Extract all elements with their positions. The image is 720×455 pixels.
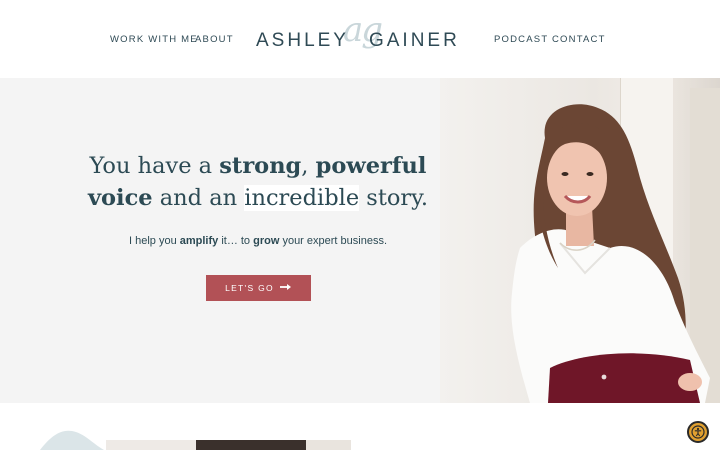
arrow-right-icon [279,283,292,293]
top-navigation: WORK WITH ME ABOUT ag ASHLEY GAINER PODCA… [0,0,720,78]
sub-text: your expert business. [279,235,388,247]
headline-text: and an [152,185,245,211]
hero-section: You have a strong, powerful voice and an… [0,78,720,403]
headline-emphasis-powerful: powerful [315,153,427,179]
sub-emphasis-amplify: amplify [179,235,219,247]
logo-wordmark: ASHLEY GAINER [256,30,460,52]
hero-headline: You have a strong, powerful voice and an… [60,150,456,214]
headline-text: , [301,153,316,179]
sub-emphasis-grow: grow [253,235,280,247]
sub-text: it… to [218,235,254,247]
nav-podcast[interactable]: PODCAST [494,34,548,45]
hero-subheadline: I help you amplify it… to grow your expe… [60,235,456,247]
nav-contact[interactable]: CONTACT [552,34,606,45]
sub-text: I help you [128,235,180,247]
headline-emphasis-voice: voice [87,185,153,211]
next-section-images [40,430,351,450]
nav-work-with-me[interactable]: WORK WITH ME [110,34,198,45]
lets-go-label: LET'S GO [225,283,274,293]
headline-text: story. [359,185,429,211]
next-section-preview [0,403,720,450]
nav-about[interactable]: ABOUT [195,34,234,45]
headline-text: You have a [89,153,220,179]
logo-first-name: ASHLEY [256,30,349,51]
lets-go-button[interactable]: LET'S GO [206,275,311,301]
accessibility-icon [691,425,705,439]
accessibility-button[interactable] [687,421,709,443]
headline-text-incredible: incredible [244,185,360,211]
headline-emphasis-strong: strong [219,153,302,179]
logo-last-name: GAINER [368,30,460,51]
